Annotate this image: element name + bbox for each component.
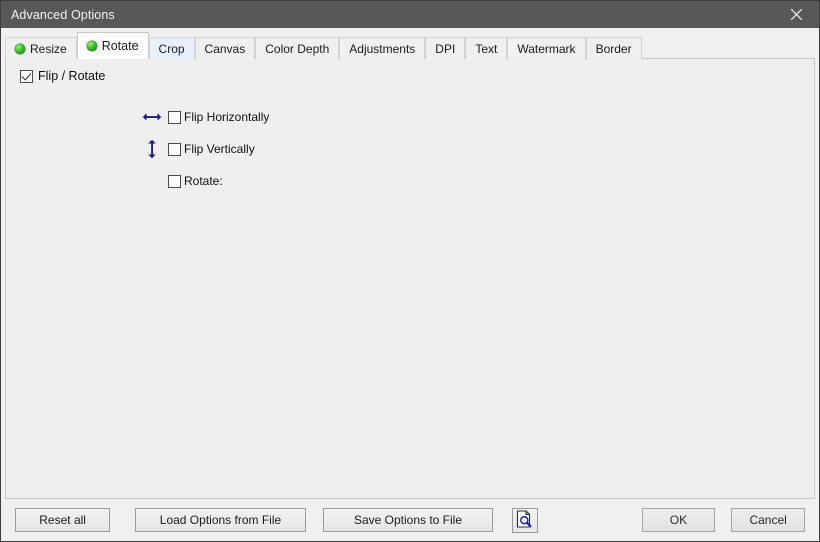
arrow-vertical-icon — [136, 139, 168, 159]
flip-rotate-group: Flip / Rotate — [20, 69, 105, 83]
tab-color-depth[interactable]: Color Depth — [255, 37, 340, 59]
preview-button[interactable] — [512, 507, 538, 533]
tab-label: Resize — [30, 41, 67, 56]
tab-text[interactable]: Text — [465, 37, 508, 59]
advanced-options-dialog: Advanced Options Resize Rotate Crop Canvas C… — [0, 0, 820, 542]
cancel-button[interactable]: Cancel — [731, 508, 805, 532]
document-preview-icon — [516, 509, 533, 531]
tab-rotate[interactable]: Rotate — [76, 32, 149, 59]
option-row-rotate: Rotate: — [136, 165, 269, 197]
tab-dpi[interactable]: DPI — [425, 37, 466, 59]
flip-vertically-label: Flip Vertically — [184, 142, 255, 156]
tab-content-rotate: Flip / Rotate Flip Horizontally Flip Ver… — [5, 58, 815, 499]
flip-horizontally-label: Flip Horizontally — [184, 110, 270, 124]
flip-rotate-label: Flip / Rotate — [38, 69, 106, 83]
tab-strip: Resize Rotate Crop Canvas Color Depth Adjustm… — [5, 28, 815, 59]
rotate-control: Rotate: — [168, 174, 223, 188]
title-bar: Advanced Options — [1, 1, 819, 28]
flip-vertically-control: Flip Vertically — [168, 142, 255, 156]
tab-label: Crop — [158, 41, 185, 56]
tab-label: Color Depth — [265, 41, 330, 56]
reset-all-button[interactable]: Reset all — [15, 508, 111, 532]
rotate-label: Rotate: — [184, 174, 223, 188]
ok-button[interactable]: OK — [641, 508, 716, 532]
tab-border[interactable]: Border — [585, 37, 642, 59]
tab-label: Watermark — [517, 41, 576, 56]
option-row-flip-horizontally: Flip Horizontally — [136, 101, 269, 133]
flip-vertically-checkbox[interactable] — [168, 142, 181, 156]
load-options-button[interactable]: Load Options from File — [135, 508, 306, 532]
option-row-flip-vertically: Flip Vertically — [136, 133, 269, 165]
tab-label: Text — [475, 41, 498, 56]
tab-label: Rotate — [101, 38, 139, 53]
flip-horizontally-checkbox[interactable] — [168, 110, 181, 124]
rotate-checkbox[interactable] — [168, 174, 181, 188]
close-icon — [790, 8, 803, 21]
flip-horizontally-control: Flip Horizontally — [168, 110, 269, 124]
tab-label: DPI — [435, 41, 456, 56]
tab-label: Canvas — [204, 41, 246, 56]
tab-adjustments[interactable]: Adjustments — [339, 37, 426, 59]
flip-rotate-checkbox[interactable] — [20, 69, 33, 83]
arrow-horizontal-icon — [136, 111, 168, 123]
save-options-button[interactable]: Save Options to File — [322, 508, 494, 532]
tab-canvas[interactable]: Canvas — [194, 37, 256, 59]
tab-status-indicator-icon — [86, 40, 97, 51]
tab-crop[interactable]: Crop — [148, 37, 195, 59]
dialog-footer: Reset all Load Options from File Save Op… — [1, 499, 819, 541]
tab-resize[interactable]: Resize — [5, 37, 77, 59]
window-title: Advanced Options — [11, 7, 115, 22]
close-button[interactable] — [773, 1, 819, 28]
tab-watermark[interactable]: Watermark — [507, 37, 586, 59]
rotate-options-list: Flip Horizontally Flip Vertically Rotate… — [136, 101, 269, 197]
tab-label: Border — [595, 41, 632, 56]
tab-strip-container: Resize Rotate Crop Canvas Color Depth Adjustm… — [1, 28, 819, 59]
tab-label: Adjustments — [349, 41, 416, 56]
tab-status-indicator-icon — [15, 43, 25, 54]
